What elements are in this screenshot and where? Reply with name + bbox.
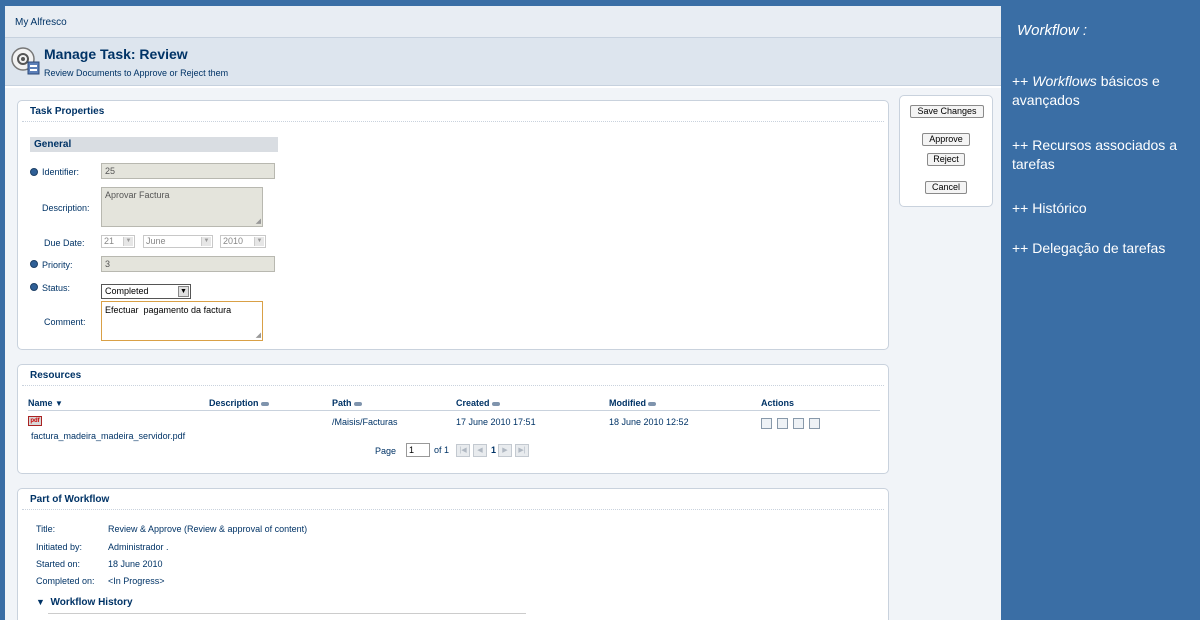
slide-heading: Workflow : xyxy=(1017,22,1088,39)
due-month-value: June xyxy=(146,236,166,246)
cancel-button[interactable]: Cancel xyxy=(925,181,967,194)
note-workflows: ++ Workflows básicos e avançados xyxy=(1012,73,1164,108)
wf-completed-label: Completed on: xyxy=(36,576,95,586)
pager-label: Page xyxy=(375,446,397,456)
history-divider xyxy=(48,613,526,614)
wf-title-value: Review & Approve (Review & approval of c… xyxy=(108,524,308,534)
prev-page-button[interactable]: ◀ xyxy=(473,444,487,457)
task-properties-panel: Task Properties General Identifier: 25 D… xyxy=(17,100,889,350)
wf-initiated-label: Initiated by: xyxy=(36,542,83,552)
col-name[interactable]: Name ▼ xyxy=(28,398,63,408)
col-modified[interactable]: Modified xyxy=(609,398,656,408)
page-number-input[interactable]: 1 xyxy=(406,443,430,457)
manage-task-icon xyxy=(11,47,40,75)
due-day-value: 21 xyxy=(104,236,115,246)
sort-desc-icon: ▼ xyxy=(55,399,63,408)
header-divider xyxy=(28,410,880,411)
priority-label: Priority: xyxy=(42,260,73,270)
wf-started-value: 18 June 2010 xyxy=(108,559,163,569)
resize-grip-icon: ◢ xyxy=(255,332,261,339)
required-icon xyxy=(30,260,38,268)
status-value: Completed xyxy=(105,286,149,296)
due-year-select[interactable]: 2010 ▼ xyxy=(220,235,266,248)
dropdown-arrow-icon: ▼ xyxy=(254,237,264,246)
last-page-button[interactable]: ▶| xyxy=(515,444,529,457)
status-select[interactable]: Completed ▼ xyxy=(101,284,191,299)
identifier-label: Identifier: xyxy=(42,167,80,177)
required-icon xyxy=(30,168,38,176)
dropdown-arrow-icon: ▼ xyxy=(123,237,133,246)
workflow-title: Part of Workflow xyxy=(22,489,884,510)
due-month-select[interactable]: June ▼ xyxy=(143,235,213,248)
edit-icon[interactable] xyxy=(777,418,788,429)
wf-completed-value: <In Progress> xyxy=(108,576,165,586)
save-changes-button[interactable]: Save Changes xyxy=(910,105,984,118)
sort-icon xyxy=(260,401,269,406)
dropdown-arrow-icon: ▼ xyxy=(201,237,211,246)
next-page-button[interactable]: ▶ xyxy=(498,444,512,457)
resources-title: Resources xyxy=(22,365,884,386)
resource-created: 17 June 2010 17:51 xyxy=(456,417,536,427)
wf-title-label: Title: xyxy=(36,524,56,534)
col-actions: Actions xyxy=(761,398,795,408)
note-delegation: ++ Delegação de tarefas xyxy=(1012,240,1166,256)
note-resources: ++ Recursos associados a tarefas xyxy=(1012,137,1177,172)
reject-button[interactable]: Reject xyxy=(927,153,965,166)
sort-icon xyxy=(648,401,656,406)
status-label: Status: xyxy=(42,283,71,293)
resource-path-link[interactable]: /Maisis/Facturas xyxy=(332,417,398,427)
due-date-label: Due Date: xyxy=(44,238,85,248)
remove-icon[interactable] xyxy=(809,418,820,429)
slide-notes-panel: Workflow : ++ Workflows básicos e avança… xyxy=(1001,0,1200,620)
breadcrumb: My Alfresco xyxy=(5,6,1001,38)
priority-field[interactable]: 3 xyxy=(101,256,275,272)
description-value: Aprovar Factura xyxy=(105,190,170,200)
resources-panel: Resources Name ▼ Description Path Create… xyxy=(17,364,889,474)
sort-icon xyxy=(491,401,500,406)
comment-value: Efectuar pagamento da factura xyxy=(105,305,232,315)
content-area: Task Properties General Identifier: 25 D… xyxy=(5,88,1001,620)
resource-modified: 18 June 2010 12:52 xyxy=(609,417,689,427)
resize-grip-icon: ◢ xyxy=(255,218,261,225)
actions-panel: Save Changes Approve Reject Cancel xyxy=(899,95,993,207)
identifier-field[interactable]: 25 xyxy=(101,163,275,179)
resource-name-link[interactable]: factura_madeira_madeira_servidor.pdf xyxy=(31,431,185,441)
sort-icon xyxy=(353,401,362,406)
task-properties-title: Task Properties xyxy=(22,101,884,122)
expand-triangle-icon: ▼ xyxy=(36,597,45,607)
workflow-history-label: Workflow History xyxy=(50,597,133,608)
col-description[interactable]: Description xyxy=(209,398,269,408)
required-icon xyxy=(30,283,38,291)
page-header: Manage Task: Review Review Documents to … xyxy=(5,38,1001,86)
comment-label: Comment: xyxy=(44,317,86,327)
due-year-value: 2010 xyxy=(223,236,244,246)
dropdown-arrow-icon: ▼ xyxy=(178,286,189,297)
approve-button[interactable]: Approve xyxy=(922,133,970,146)
alfresco-window: My Alfresco Manage Task: Review Review D… xyxy=(5,6,1001,620)
update-icon[interactable] xyxy=(793,418,804,429)
general-section-header: General xyxy=(30,137,278,152)
workflow-panel: Part of Workflow Title: Review & Approve… xyxy=(17,488,889,620)
page-subtitle: Review Documents to Approve or Reject th… xyxy=(44,68,229,78)
wf-started-label: Started on: xyxy=(36,559,81,569)
due-day-select[interactable]: 21 ▼ xyxy=(101,235,135,248)
pager-of-label: of 1 xyxy=(434,445,450,455)
description-label: Description: xyxy=(42,203,90,213)
comment-textarea[interactable]: Efectuar pagamento da factura ◢ xyxy=(101,301,263,341)
breadcrumb-my-alfresco[interactable]: My Alfresco xyxy=(15,17,67,28)
pdf-icon[interactable]: pdf xyxy=(28,416,42,426)
col-path[interactable]: Path xyxy=(332,398,362,408)
note-history: ++ Histórico xyxy=(1012,200,1087,216)
page-title: Manage Task: Review xyxy=(44,46,188,62)
wf-initiated-value: Administrador . xyxy=(108,542,169,552)
current-page[interactable]: 1 xyxy=(491,445,496,455)
view-details-icon[interactable] xyxy=(761,418,772,429)
description-field[interactable]: Aprovar Factura ◢ xyxy=(101,187,263,227)
workflow-history-toggle[interactable]: ▼ Workflow History xyxy=(36,597,133,608)
col-created[interactable]: Created xyxy=(456,398,500,408)
first-page-button[interactable]: |◀ xyxy=(456,444,470,457)
